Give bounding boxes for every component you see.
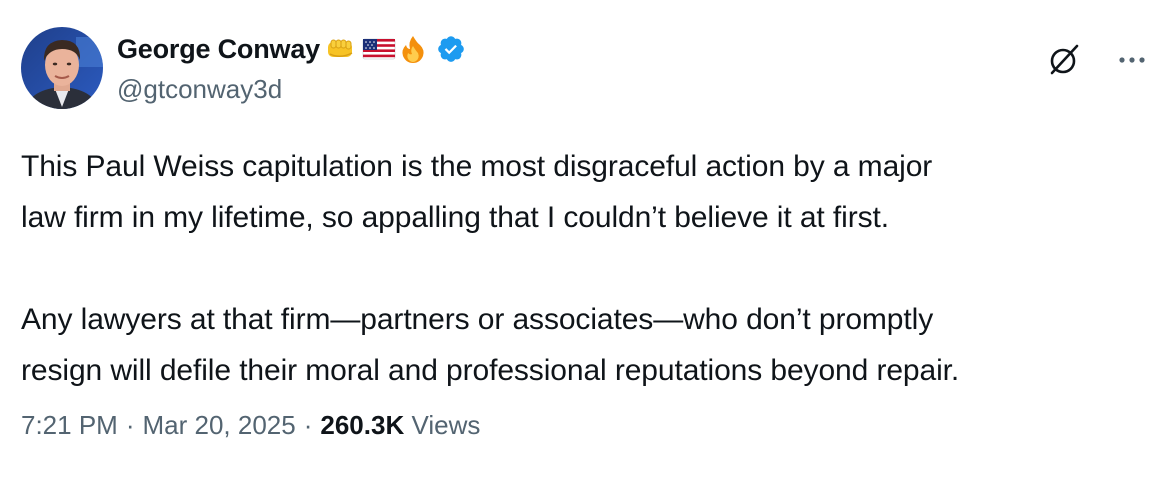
tweet-card: George Conway @gtconway3d This Paul Weis… xyxy=(0,0,1176,478)
author-name-row: George Conway xyxy=(117,30,466,68)
views-count[interactable]: 260.3K xyxy=(320,410,404,440)
tweet-text-line: resign will defile their moral and profe… xyxy=(21,354,960,387)
verified-badge-icon[interactable] xyxy=(436,34,466,64)
tweet-text-line: Any lawyers at that firm—partners or ass… xyxy=(21,303,934,336)
author-display-name[interactable]: George Conway xyxy=(117,34,320,65)
meta-separator: · xyxy=(303,410,313,440)
us-flag-emoji xyxy=(362,34,396,64)
more-options-icon[interactable] xyxy=(1110,40,1154,80)
author-avatar[interactable] xyxy=(21,27,103,109)
grok-icon[interactable] xyxy=(1044,40,1084,80)
tweet-time[interactable]: 7:21 PM xyxy=(21,410,118,440)
tweet-date[interactable]: Mar 20, 2025 xyxy=(143,410,296,440)
tweet-meta: 7:21 PM · Mar 20, 2025 · 260.3K Views xyxy=(21,410,480,441)
tweet-text-line: This Paul Weiss capitulation is the most… xyxy=(21,150,933,183)
meta-separator: · xyxy=(125,410,135,440)
fire-emoji xyxy=(398,34,428,64)
views-label: Views xyxy=(411,410,481,440)
tweet-text: This Paul Weiss capitulation is the most… xyxy=(21,141,1156,396)
author-handle[interactable]: @gtconway3d xyxy=(117,74,282,105)
tweet-text-line: law firm in my lifetime, so appalling th… xyxy=(21,201,889,234)
oncoming-fist-emoji xyxy=(326,34,356,64)
